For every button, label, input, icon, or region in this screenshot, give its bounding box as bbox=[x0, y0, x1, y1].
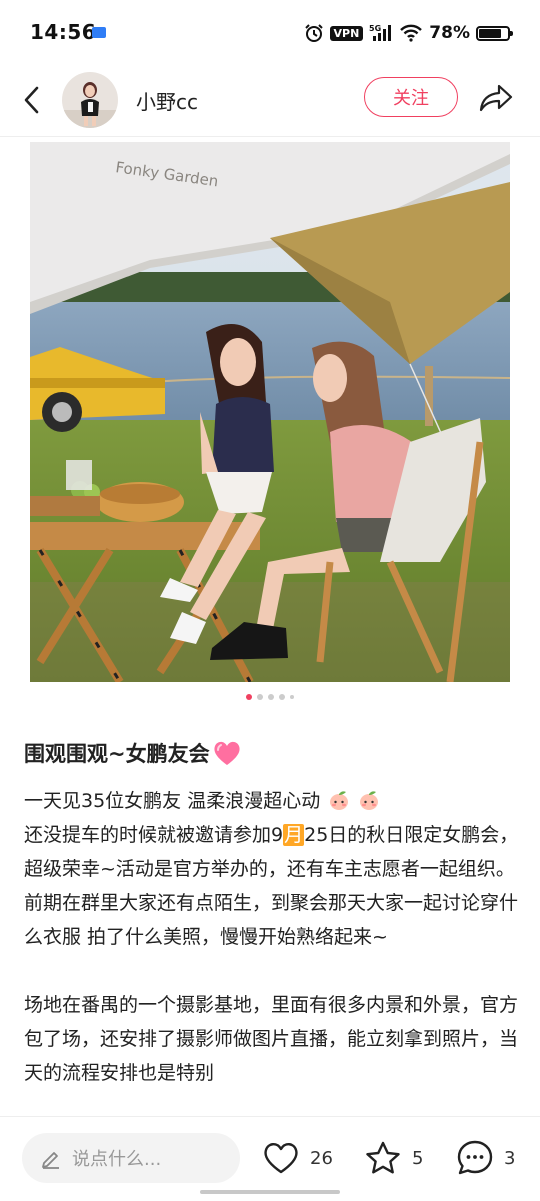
post-paragraph: 还没提车的时候就被邀请参加9月25日的秋日限定女鹏会，超级荣幸~活动是官方举办的… bbox=[24, 818, 520, 954]
chevron-left-icon bbox=[24, 86, 39, 114]
status-time: 14:56 bbox=[30, 20, 97, 44]
post-paragraph: 场地在番禺的一个摄影基地，里面有很多内景和外景，官方包了场，还安排了摄影师做图片… bbox=[24, 994, 519, 1084]
author-avatar[interactable] bbox=[62, 72, 118, 128]
post-text-segment: 还没提车的时候就被邀请参加9 bbox=[24, 824, 284, 846]
status-bar: 14:56 VPN 5G 78% bbox=[0, 0, 540, 66]
cellular-signal-icon: 5G bbox=[369, 24, 392, 41]
follow-button[interactable]: 关注 bbox=[364, 77, 458, 117]
like-count: 26 bbox=[310, 1147, 333, 1169]
network-type-label: 5G bbox=[369, 24, 381, 33]
pencil-icon bbox=[42, 1152, 59, 1169]
photo-carousel-indicator bbox=[0, 694, 540, 700]
like-button[interactable]: 26 bbox=[262, 1137, 333, 1179]
battery-icon bbox=[476, 25, 513, 41]
month-highlight: 月 bbox=[283, 824, 305, 846]
star-icon bbox=[366, 1141, 400, 1174]
post-photo[interactable]: Fonky Garden bbox=[30, 142, 510, 682]
share-arrow-icon bbox=[479, 84, 513, 112]
carousel-dot bbox=[257, 694, 263, 700]
blushing-peach-emoji-icon bbox=[360, 791, 379, 810]
home-indicator[interactable] bbox=[200, 1190, 340, 1194]
comment-count: 3 bbox=[504, 1147, 516, 1169]
battery-level-fill bbox=[479, 28, 501, 38]
post-text-line: 一天见35位女鹏友 温柔浪漫超心动 bbox=[24, 790, 321, 812]
collect-count: 5 bbox=[412, 1147, 424, 1169]
status-indicators: VPN 5G 78% bbox=[304, 20, 513, 46]
heart-icon bbox=[264, 1143, 298, 1174]
wifi-icon bbox=[400, 24, 423, 42]
post-paragraph: 一天见35位女鹏友 温柔浪漫超心动 bbox=[24, 784, 520, 818]
comment-input[interactable]: 说点什么... bbox=[22, 1133, 240, 1183]
back-button[interactable] bbox=[14, 80, 50, 120]
alarm-icon bbox=[304, 24, 323, 42]
carousel-dot bbox=[290, 695, 294, 699]
carousel-dot bbox=[268, 694, 274, 700]
post-title: 围观围观~女鹏友会 bbox=[24, 738, 242, 768]
carousel-dot-active bbox=[246, 694, 252, 700]
blushing-peach-emoji-icon bbox=[330, 791, 349, 810]
vpn-badge: VPN bbox=[329, 25, 364, 41]
bottom-action-bar: 说点什么... 26 5 3 bbox=[0, 1116, 540, 1201]
share-button[interactable] bbox=[476, 78, 516, 118]
post-title-text: 围观围观~女鹏友会 bbox=[24, 742, 210, 766]
pink-heart-icon bbox=[214, 741, 240, 765]
notification-app-icon bbox=[92, 27, 106, 38]
post-body: 一天见35位女鹏友 温柔浪漫超心动 还没提车的时候就被邀请参加9月25日的秋日限… bbox=[24, 784, 520, 1090]
author-name[interactable]: 小野cc bbox=[136, 86, 198, 115]
carousel-dot bbox=[279, 694, 285, 700]
note-header: 小野cc 关注 bbox=[0, 66, 540, 137]
battery-percent: 78% bbox=[429, 23, 470, 43]
comment-button[interactable]: 3 bbox=[456, 1137, 515, 1179]
collect-button[interactable]: 5 bbox=[364, 1137, 423, 1179]
comment-placeholder: 说点什么... bbox=[72, 1149, 162, 1170]
chat-bubble-icon bbox=[457, 1140, 493, 1175]
